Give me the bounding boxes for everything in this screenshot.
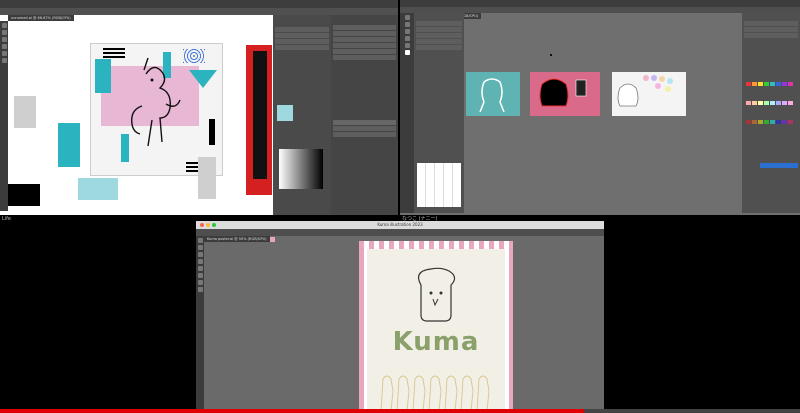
selection-tool-icon[interactable] <box>197 238 203 243</box>
selection-tool-icon[interactable] <box>404 15 410 20</box>
brush-tool-icon[interactable] <box>197 259 203 264</box>
options-bar <box>196 229 604 236</box>
gray-rect-right <box>198 157 216 199</box>
swatch-colors[interactable] <box>745 71 797 128</box>
illustrator-window-right: Kuma-illust.ai @ 100% (RGB/CPU) <box>400 0 800 215</box>
black-rect <box>8 184 40 206</box>
pencil-tool-icon[interactable] <box>197 266 203 271</box>
bear-row-outline-icon <box>380 375 490 412</box>
title-bar: Kuma illustration 2023 <box>196 221 604 229</box>
options-bar <box>0 8 398 15</box>
type-tool-icon[interactable] <box>404 29 410 34</box>
shape-tool-icon[interactable] <box>1 58 7 63</box>
document-tab[interactable]: Kuma poster.ai @ 50% (RGB/GPU) <box>204 236 270 242</box>
panel-thumb <box>277 105 293 121</box>
teal-rect-small <box>95 59 111 93</box>
illustrator-window-bottom: Kuma illustration 2023 Kuma poster.ai @ … <box>196 221 604 413</box>
bear-teal-icon <box>479 78 505 113</box>
poster-inner: Kuma <box>367 249 505 413</box>
gradient-swatch[interactable] <box>279 149 323 189</box>
toast-character-icon <box>418 267 456 322</box>
black-bear-artwork[interactable] <box>530 72 600 116</box>
black-banner-inner <box>253 51 267 179</box>
fill-stroke-icon[interactable] <box>404 50 410 55</box>
tool-bar <box>196 236 204 413</box>
artboard-area[interactable] <box>8 21 272 211</box>
shape-tool-icon[interactable] <box>404 43 410 48</box>
direct-select-tool-icon[interactable] <box>1 30 7 35</box>
light-teal-rect <box>78 178 118 200</box>
gray-rect <box>14 96 36 128</box>
selection-tool-icon[interactable] <box>1 23 7 28</box>
bear-white-balloons-icon <box>617 75 673 107</box>
poster-title: Kuma <box>392 327 480 357</box>
teal-rect <box>58 123 80 167</box>
shape-tool-icon[interactable] <box>197 280 203 285</box>
direct-select-tool-icon[interactable] <box>197 245 203 250</box>
pen-tool-icon[interactable] <box>404 22 410 27</box>
white-bear-artwork[interactable] <box>612 72 686 116</box>
brush-tool-icon[interactable] <box>1 51 7 56</box>
bear-black-icon <box>539 78 587 107</box>
pen-tool-icon[interactable] <box>1 37 7 42</box>
properties-panel <box>331 15 398 215</box>
libraries-panel <box>414 13 464 213</box>
eraser-tool-icon[interactable] <box>197 287 203 292</box>
teal-bear-artwork[interactable] <box>466 72 520 116</box>
illustrator-window-left: unnamed.ai @ 66.67% (RGB/CPU) <box>0 0 398 215</box>
swatch-grid[interactable] <box>417 163 461 207</box>
video-progress-bar[interactable] <box>0 409 800 413</box>
swatches-panel <box>742 13 800 213</box>
cursor-dot <box>550 54 552 56</box>
type-tool-icon[interactable] <box>1 44 7 49</box>
brush-tool-icon[interactable] <box>404 36 410 41</box>
title-bar <box>400 0 800 7</box>
pink-chip <box>270 237 275 242</box>
video-progress-fill <box>0 409 584 413</box>
type-tool-icon[interactable] <box>197 273 203 278</box>
left-pane-label: Life <box>2 216 12 222</box>
layers-panel <box>273 15 331 215</box>
tool-bar <box>400 13 414 213</box>
poster-artboard[interactable]: Kuma <box>359 241 513 413</box>
menu-bar <box>0 0 398 8</box>
unicorn-drawing-icon <box>131 57 181 147</box>
red-banner <box>246 45 272 195</box>
black-bar <box>209 119 215 145</box>
pen-tool-icon[interactable] <box>197 252 203 257</box>
window-title: Kuma illustration 2023 <box>377 222 423 227</box>
selected-layer-row[interactable] <box>760 163 798 168</box>
tool-bar <box>0 21 8 211</box>
